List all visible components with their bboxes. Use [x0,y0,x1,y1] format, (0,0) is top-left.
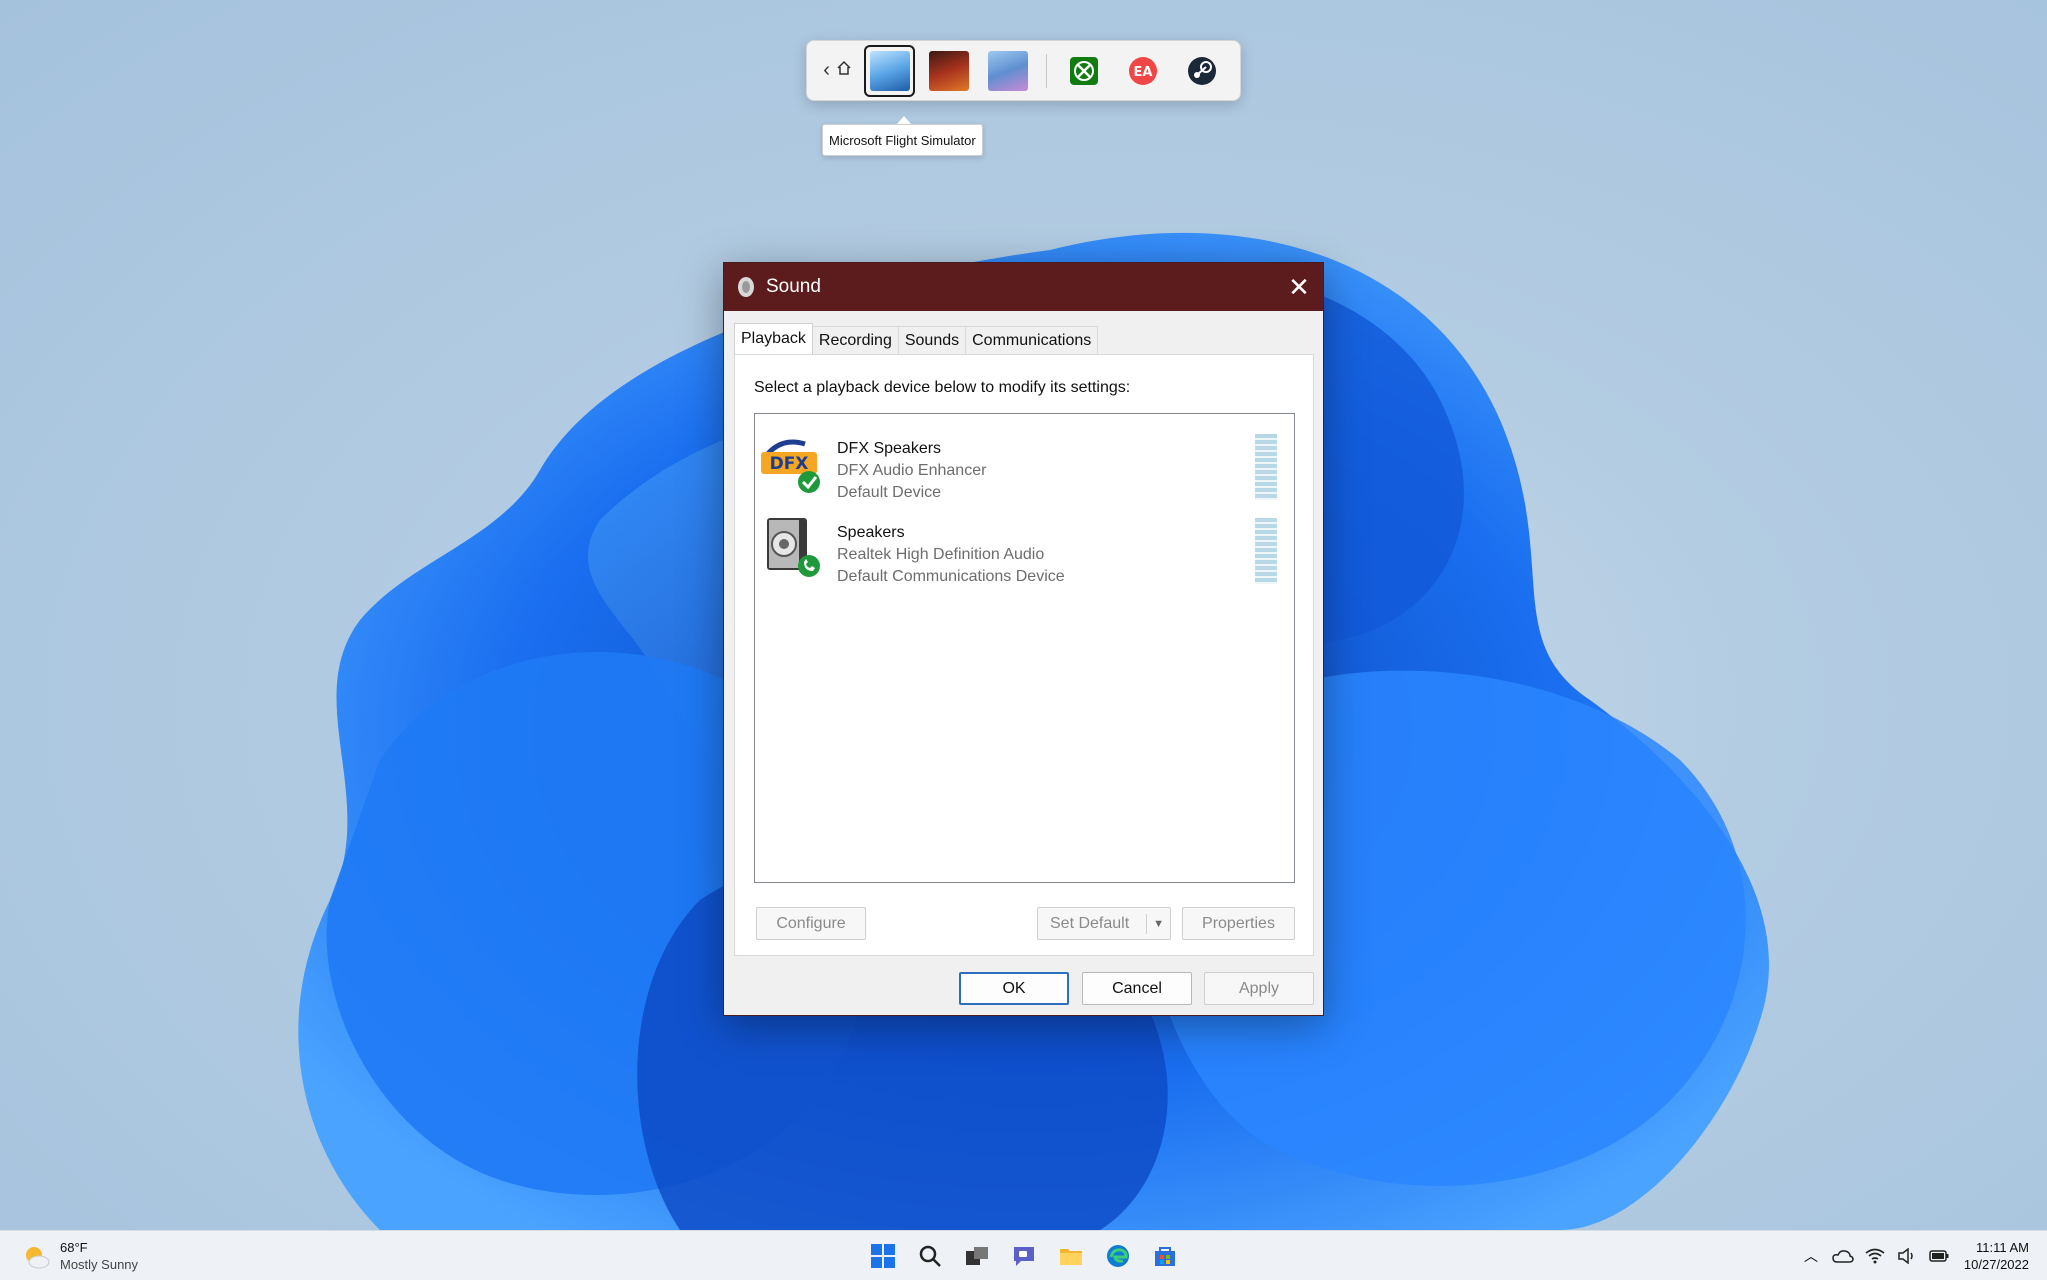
weather-widget[interactable]: 68°F Mostly Sunny [20,1239,138,1273]
volume-icon [1898,1248,1913,1264]
properties-button[interactable]: Properties [1182,907,1295,940]
ok-label: OK [1002,979,1026,997]
taskbar-apps [864,1237,1184,1275]
device-status: Default Communications Device [837,568,1065,585]
file-explorer-button[interactable] [1052,1237,1090,1275]
chevron-up-icon: ︿ [1804,1248,1818,1264]
game-tooltip: Microsoft Flight Simulator [822,124,983,156]
cancel-label: Cancel [1112,979,1162,997]
dialog-titlebar[interactable]: Sound ✕ [724,263,1323,311]
ea-app[interactable]: EA [1118,45,1169,97]
ok-button[interactable]: OK [959,972,1069,1005]
edge-icon [1107,1245,1129,1267]
xbox-icon [1070,56,1099,85]
tab-playback[interactable]: Playback [734,323,813,354]
weather-condition: Mostly Sunny [60,1257,139,1272]
set-default-button[interactable]: Set Default ▼ [1037,907,1171,940]
cancel-button[interactable]: Cancel [1082,972,1192,1005]
game-tile-2[interactable] [923,45,974,97]
device-speakers[interactable]: Speakers Realtek High Definition Audio D… [759,508,1289,588]
launcher-nav: ‹ [815,51,860,91]
ea-icon: EA [1129,56,1158,85]
show-hidden-icons-button[interactable]: ︿ [1800,1241,1822,1271]
weather-temp: 68°F [60,1240,88,1255]
sound-app-icon [738,277,754,297]
battery-icon [1929,1250,1949,1262]
clock-time: 11:11 AM [1976,1240,2029,1255]
back-chevron-icon[interactable]: ‹ [823,59,830,82]
task-view-button[interactable] [958,1237,996,1275]
game-art-icon [928,50,969,91]
close-button[interactable]: ✕ [1275,263,1323,311]
sound-dialog: Sound ✕ Playback Recording Sounds Commun… [723,262,1324,1016]
device-name: Speakers [837,524,905,541]
configure-label: Configure [776,914,846,932]
forza-icon [988,50,1029,91]
steam-app[interactable] [1177,45,1228,97]
system-tray: ︿ [1800,1241,1950,1271]
configure-button[interactable]: Configure [756,907,866,940]
onedrive-button[interactable] [1832,1241,1854,1271]
svg-text:DFX: DFX [770,454,809,474]
clock-date: 10/27/2022 [1963,1257,2029,1272]
chevron-down-icon[interactable]: ▼ [1153,918,1164,930]
cloud-icon [1832,1250,1854,1263]
search-icon [919,1245,941,1267]
device-list[interactable]: DFX DFX Speakers DFX Audio Enhancer Defa… [754,413,1295,883]
tab-recording[interactable]: Recording [811,326,899,354]
battery-button[interactable] [1928,1241,1950,1271]
device-name: DFX Speakers [837,440,942,457]
wifi-icon [1865,1248,1885,1264]
wifi-button[interactable] [1864,1241,1886,1271]
store-button[interactable] [1146,1237,1184,1275]
dialog-tabs: Playback Recording Sounds Communications [734,323,1099,354]
close-icon: ✕ [1288,271,1310,302]
properties-label: Properties [1202,914,1275,932]
game-launcher-bar: ‹ EA [806,40,1241,101]
playback-panel: Select a playback device below to modify… [734,354,1314,956]
tab-sounds[interactable]: Sounds [897,326,967,354]
dfx-icon: DFX [759,430,823,494]
xbox-app[interactable] [1059,45,1110,97]
svg-text:EA: EA [1134,65,1153,80]
partly-sunny-icon [26,1247,50,1269]
volume-meter [1255,434,1277,500]
game-tile-forza[interactable] [983,45,1034,97]
steam-icon [1188,56,1217,85]
device-dfx-speakers[interactable]: DFX DFX Speakers DFX Audio Enhancer Defa… [759,424,1289,504]
launcher-divider [1045,53,1047,88]
tab-communications[interactable]: Communications [965,326,1099,354]
game-tile-flight-simulator[interactable] [864,44,916,97]
device-driver: Realtek High Definition Audio [837,546,1045,563]
taskbar-clock[interactable]: 11:11 AM 10/27/2022 [1964,1239,2029,1273]
set-default-label: Set Default [1050,914,1130,932]
home-icon[interactable] [836,59,852,82]
instruction-text: Select a playback device below to modify… [754,379,1131,396]
start-button[interactable] [864,1237,902,1275]
dialog-title: Sound [766,276,821,297]
taskbar: 68°F Mostly Sunny ︿ 11:11 AM 10/27/2022 [0,1230,2047,1280]
speaker-icon [759,514,823,578]
flight-simulator-icon [869,50,910,91]
file-explorer-icon [1060,1249,1082,1265]
chat-icon [1014,1247,1034,1266]
device-status: Default Device [837,484,942,501]
task-view-icon [966,1247,988,1265]
apply-button[interactable]: Apply [1204,972,1314,1005]
search-button[interactable] [911,1237,949,1275]
volume-meter [1255,518,1277,584]
start-icon [871,1244,895,1268]
edge-button[interactable] [1099,1237,1137,1275]
split-divider [1146,914,1147,934]
volume-button[interactable] [1896,1241,1918,1271]
apply-label: Apply [1238,979,1280,997]
store-icon [1155,1247,1175,1266]
device-driver: DFX Audio Enhancer [837,462,987,479]
chat-button[interactable] [1005,1237,1043,1275]
